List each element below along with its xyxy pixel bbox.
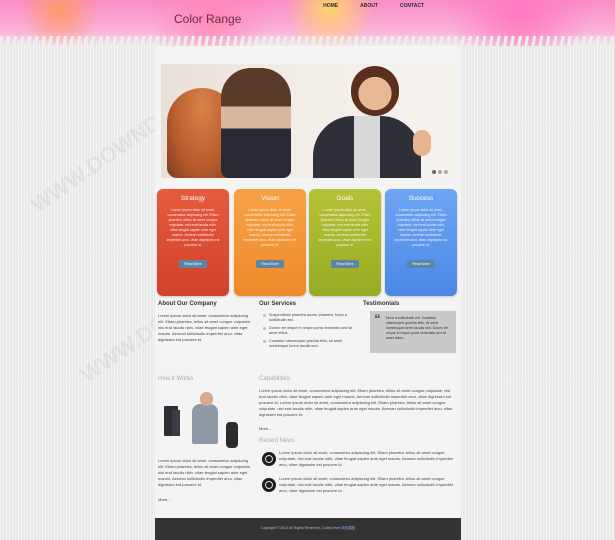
worker-body <box>192 404 218 444</box>
about-text: Lorem ipsum dolor sit amet, consectetur … <box>158 313 251 342</box>
hero-person-3-head <box>351 66 399 116</box>
nav-about[interactable]: ABOUT <box>349 2 389 10</box>
hero-slider <box>161 64 456 178</box>
footer: Copyright © 2014 All Rights Reserved. Co… <box>155 518 461 540</box>
slider-dot[interactable] <box>438 170 442 174</box>
hero-hand <box>413 130 431 156</box>
testimonials-title: Testimonials <box>363 301 400 307</box>
site-logo[interactable]: Color Range <box>174 12 241 26</box>
box-success: Success Lorem ipsum dolor sit amet, cons… <box>385 189 457 296</box>
box-title: Vision <box>261 195 279 202</box>
box-title: Strategy <box>180 195 206 202</box>
read-more-button[interactable]: Read More <box>407 260 435 268</box>
how-it-works-title: How it Works <box>158 376 194 382</box>
box-goals: Goals Lorem ipsum dolor sit amet, consec… <box>309 189 381 296</box>
capabilities-title: Capabilities <box>259 376 291 382</box>
list-item: Curabitur ullamcorper gravida felis, sit… <box>263 339 358 349</box>
news-item-text: Lorem ipsum dolor sit amet, consectetur … <box>279 450 453 467</box>
box-body: Lorem ipsum dolor sit amet, consectetur … <box>166 208 220 247</box>
box-title: Goals <box>336 195 354 202</box>
box-strategy: Strategy Lorem ipsum dolor sit amet, con… <box>157 189 229 296</box>
capabilities-text: Lorem ipsum dolor sit amet, consectetur … <box>259 388 453 417</box>
read-more-button[interactable]: Read More <box>179 260 207 268</box>
slider-dot[interactable] <box>432 170 436 174</box>
news-item-text: Lorem ipsum dolor sit amet, consectetur … <box>279 476 453 493</box>
services-title: Our Services <box>259 301 297 307</box>
testimonial-text: Nunc a sollicitudin est. Curabitur ullam… <box>386 316 449 340</box>
slider-dots <box>432 170 448 174</box>
cursor-icon <box>262 478 276 492</box>
worker-head <box>200 392 213 406</box>
worker-image <box>160 390 248 450</box>
globe-icon <box>262 452 276 466</box>
quote-icon: ❝ <box>374 312 381 326</box>
read-more-button[interactable]: Read More <box>331 260 359 268</box>
how-it-works-more-link[interactable]: More... <box>158 497 170 503</box>
copyright-text: Copyright © 2014 All Rights Reserved. Co… <box>260 526 341 530</box>
recent-news-title: Recent News <box>259 438 295 444</box>
hero-person-2 <box>221 68 291 178</box>
slider-dot[interactable] <box>444 170 448 174</box>
chair <box>226 422 238 448</box>
box-vision: Vision Lorem ipsum dolor sit amet, conse… <box>234 189 306 296</box>
testimonial-box: ❝ Nunc a sollicitudin est. Curabitur ull… <box>370 311 456 353</box>
read-more-button[interactable]: Read More <box>256 260 284 268</box>
nav-home[interactable]: HOME <box>323 2 349 10</box>
box-body: Lorem ipsum dolor sit amet, consectetur … <box>318 208 372 247</box>
how-it-works-text: Lorem ipsum dolor sit amet, consectetur … <box>158 458 251 487</box>
box-title: Success <box>408 195 434 202</box>
hero-person-3-body <box>313 116 421 178</box>
capabilities-more-link[interactable]: More... <box>259 426 271 432</box>
box-body: Lorem ipsum dolor sit amet, consectetur … <box>243 208 297 247</box>
about-title: About Our Company <box>158 301 217 307</box>
footer-text-line: Copyright © 2014 All Rights Reserved. Co… <box>155 526 461 531</box>
list-item: Suspendisse pharetra auctor pharetra. Nu… <box>263 313 358 323</box>
services-list: Suspendisse pharetra auctor pharetra. Nu… <box>263 313 358 352</box>
main-nav: HOME ABOUT CONTACT <box>323 2 435 10</box>
monitor <box>172 410 180 436</box>
box-body: Lorem ipsum dolor sit amet, consectetur … <box>394 208 448 247</box>
list-item: Donec vel neque in neque porta venenatis… <box>263 326 358 336</box>
nav-contact[interactable]: CONTACT <box>389 2 435 10</box>
header: Color Range HOME ABOUT CONTACT <box>0 0 615 46</box>
footer-link[interactable]: 网页模板 <box>341 526 355 530</box>
